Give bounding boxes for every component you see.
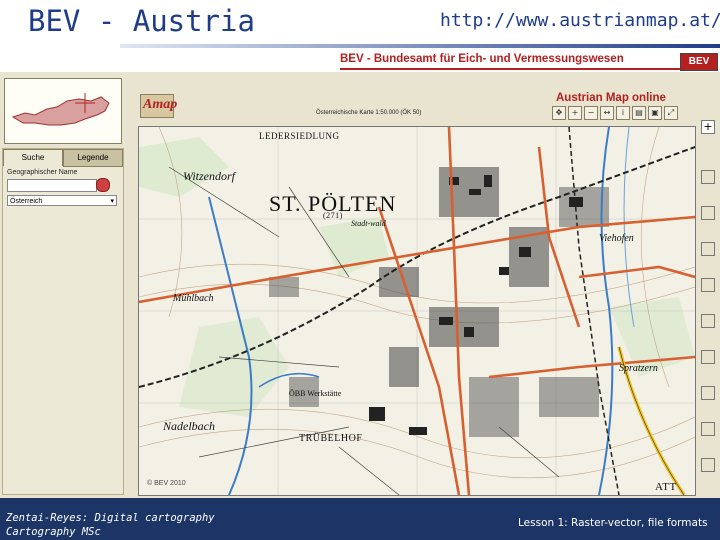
- slide-url[interactable]: http://www.austrianmap.at/: [440, 10, 720, 31]
- chevron-down-icon: ▾: [110, 198, 114, 205]
- zoom-level-9[interactable]: [701, 458, 715, 472]
- print-icon[interactable]: ▤: [632, 106, 646, 120]
- austria-outline-icon: [11, 93, 110, 126]
- map-label-spratzern: Spratzern: [619, 363, 658, 374]
- map-label-stadtwald: Stadt-wald: [351, 219, 386, 228]
- info-icon[interactable]: i: [616, 106, 630, 120]
- zoom-level-7[interactable]: [701, 386, 715, 400]
- extent-icon[interactable]: ⤢: [664, 106, 678, 120]
- title-divider: [120, 44, 720, 48]
- map-label-nadelbach: Nadelbach: [163, 419, 215, 433]
- zoom-level-8[interactable]: [701, 422, 715, 436]
- zoom-level-5[interactable]: [701, 314, 715, 328]
- app-header: BEV - Bundesamt für Eich- und Vermessung…: [0, 50, 720, 72]
- search-go-button[interactable]: [96, 178, 110, 192]
- map-label-viehofen: Viehofen: [599, 233, 634, 244]
- map-label-oebb: ÖBB Werkstätte: [289, 389, 342, 398]
- service-title: Austrian Map online: [556, 92, 666, 104]
- header-rule: [340, 68, 680, 70]
- amap-logo: Amap: [140, 94, 177, 118]
- footer-course: Zentai-Reyes: Digital cartography Cartog…: [6, 511, 215, 539]
- footer-course-line2: Cartography MSc: [6, 526, 101, 538]
- map-label-witzendorf: Witzendorf: [183, 169, 236, 183]
- map-label-muehlbach: Mühlbach: [173, 293, 214, 304]
- zoom-level-2[interactable]: [701, 206, 715, 220]
- zoom-level-6[interactable]: [701, 350, 715, 364]
- overview-map[interactable]: [4, 78, 122, 144]
- name-search-input[interactable]: [7, 179, 97, 192]
- measure-icon[interactable]: ↔: [600, 106, 614, 120]
- browser-screenshot: BEV - Bundesamt für Eich- und Vermessung…: [0, 50, 720, 498]
- map-label-city-elevation: (271): [323, 211, 343, 220]
- region-select-value: Österreich: [10, 198, 43, 205]
- zoom-out-icon[interactable]: −: [584, 106, 598, 120]
- tab-search[interactable]: Suche: [3, 149, 63, 166]
- footer-lesson: Lesson 1: Raster-vector, file formats: [518, 517, 708, 529]
- zoom-bar: +: [697, 120, 717, 496]
- zoom-level-1[interactable]: [701, 170, 715, 184]
- agency-title: BEV - Bundesamt für Eich- und Vermessung…: [340, 53, 624, 65]
- map-toolbar: ✥ + − ↔ i ▤ ▣ ⤢: [552, 106, 692, 120]
- zoom-level-3[interactable]: [701, 242, 715, 256]
- tab-legend[interactable]: Legende: [63, 149, 123, 167]
- map-label-truebelhof: TRÜBELHOF: [299, 433, 363, 444]
- map-label-east-edge: ATT: [655, 481, 677, 493]
- pan-icon[interactable]: ✥: [552, 106, 566, 120]
- zoom-in-icon[interactable]: +: [568, 106, 582, 120]
- map-copyright: © BEV 2010: [147, 480, 186, 487]
- name-field-label: Geographischer Name: [7, 169, 78, 176]
- zoom-plus-icon[interactable]: +: [701, 120, 715, 134]
- topographic-map[interactable]: ST. PÖLTEN (271) LEDERSIEDLUNG Witzendor…: [138, 126, 696, 496]
- overview-icon[interactable]: ▣: [648, 106, 662, 120]
- slide-footer: Zentai-Reyes: Digital cartography Cartog…: [0, 498, 720, 540]
- zoom-level-4[interactable]: [701, 278, 715, 292]
- bev-logo: BEV: [680, 53, 718, 71]
- slide-title: BEV - Austria: [28, 4, 255, 38]
- footer-course-line1: Zentai-Reyes: Digital cartography: [6, 512, 215, 524]
- map-label-settlement: LEDERSIEDLUNG: [259, 131, 340, 141]
- region-select[interactable]: Österreich ▾: [7, 195, 117, 206]
- map-sheet-label: Österreichische Karte 1:50.000 (ÖK 50): [316, 110, 422, 116]
- search-panel: Suche Legende Geographischer Name Österr…: [2, 148, 124, 495]
